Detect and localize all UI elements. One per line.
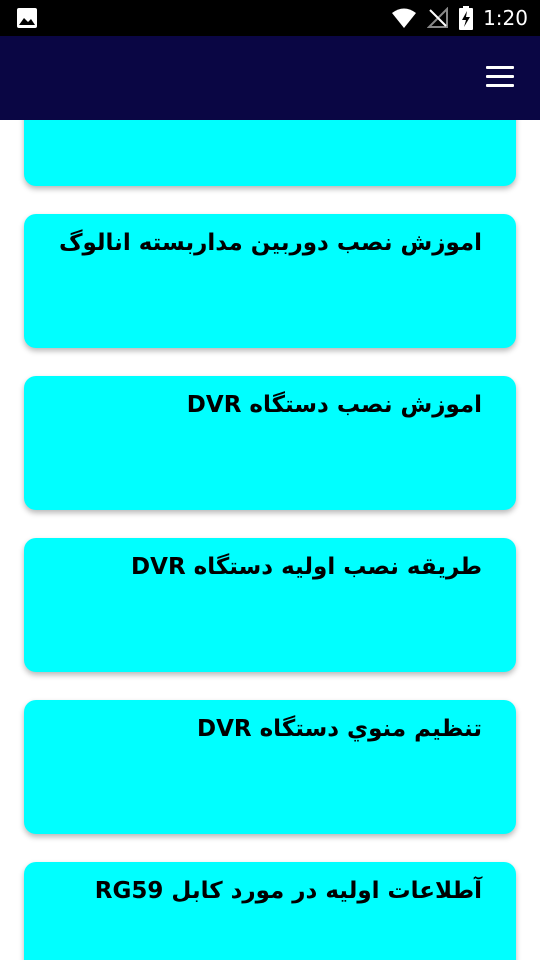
lesson-title: طریقه نصب اولیه دستگاه DVR	[131, 554, 482, 580]
status-bar: 1:20	[0, 0, 540, 36]
lesson-title: تنظیم منوي دستگاه DVR	[196, 716, 482, 742]
lesson-card[interactable]	[24, 120, 516, 186]
status-time: 1:20	[483, 6, 528, 30]
hamburger-menu-icon[interactable]	[486, 66, 514, 88]
lesson-card[interactable]: اموزش نصب دوربین مداربسته انالوگ	[24, 214, 516, 348]
lesson-title: اموزش نصب دستگاه DVR	[186, 392, 482, 418]
lesson-card[interactable]: آطلاعات اولیه در مورد کابل RG59	[24, 862, 516, 960]
image-icon	[17, 8, 37, 28]
app-bar	[0, 36, 540, 120]
battery-charging-icon	[459, 6, 474, 30]
lesson-title: اموزش نصب دوربین مداربسته انالوگ	[58, 230, 482, 256]
lesson-card[interactable]: تنظیم منوي دستگاه DVR	[24, 700, 516, 834]
lesson-card[interactable]: طریقه نصب اولیه دستگاه DVR	[24, 538, 516, 672]
lesson-card[interactable]: اموزش نصب دستگاه DVR	[24, 376, 516, 510]
no-signal-icon	[427, 7, 449, 28]
wifi-icon	[392, 8, 417, 28]
lesson-list: اموزش نصب دوربین مداربسته انالوگ اموزش ن…	[0, 120, 540, 960]
lesson-title: آطلاعات اولیه در مورد کابل RG59	[94, 878, 482, 904]
